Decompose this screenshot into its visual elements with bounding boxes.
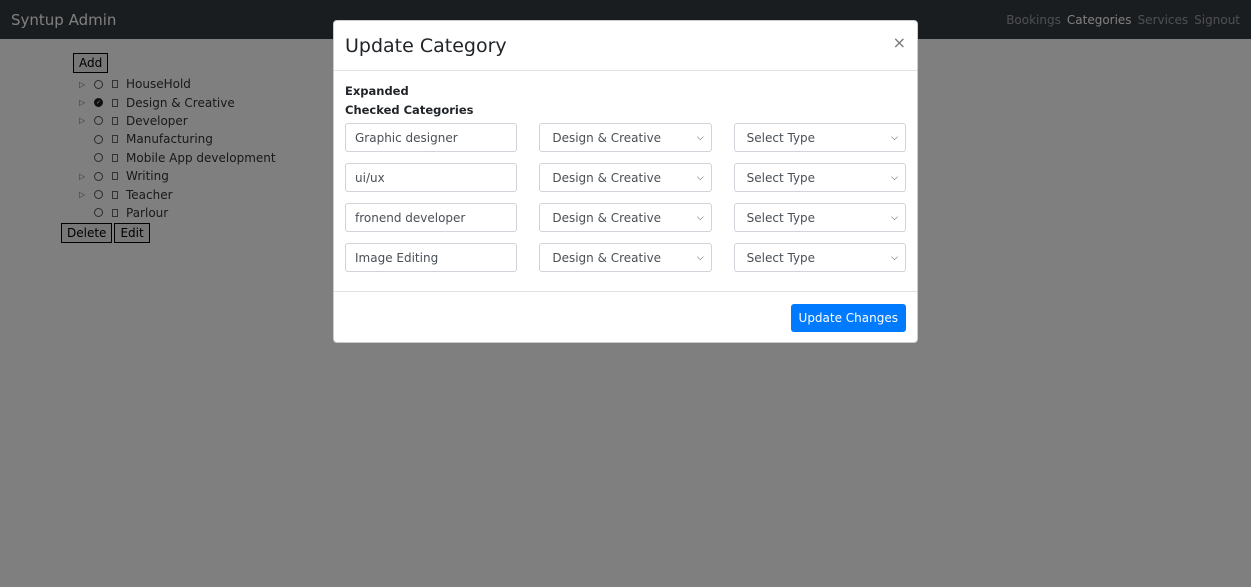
type-value: Select Type <box>746 170 816 185</box>
parent-category-select[interactable]: Design & Creative ⌵ <box>539 243 712 272</box>
modal-title: Update Category <box>345 34 507 57</box>
category-name-input[interactable]: fronend developer <box>345 203 518 232</box>
expanded-label: Expanded <box>345 84 409 98</box>
update-category-modal: Update Category × Expanded Checked Categ… <box>333 20 918 343</box>
category-name-input[interactable]: Graphic designer <box>345 123 518 152</box>
parent-category-value: Design & Creative <box>552 210 662 225</box>
parent-category-select[interactable]: Design & Creative ⌵ <box>539 123 712 152</box>
chevron-down-icon: ⌵ <box>696 212 704 223</box>
parent-category-value: Design & Creative <box>552 170 662 185</box>
modal-body: Expanded Checked Categories Graphic desi… <box>334 71 917 292</box>
category-form-row: Image Editing Design & Creative ⌵ Select Ty… <box>345 243 906 272</box>
type-value: Select Type <box>746 130 816 145</box>
chevron-down-icon: ⌵ <box>696 252 704 263</box>
modal-footer: Update Changes <box>334 292 917 344</box>
modal-header: Update Category × <box>334 21 917 71</box>
parent-category-select[interactable]: Design & Creative ⌵ <box>539 203 712 232</box>
type-select[interactable]: Select Type ⌵ <box>733 243 906 272</box>
type-value: Select Type <box>746 250 816 265</box>
category-rows: Graphic designer Design & Creative ⌵ Select… <box>345 123 906 272</box>
category-form-row: Graphic designer Design & Creative ⌵ Select… <box>345 123 906 152</box>
type-select[interactable]: Select Type ⌵ <box>733 163 906 192</box>
category-name-input[interactable]: Image Editing <box>345 243 518 272</box>
chevron-down-icon: ⌵ <box>696 132 704 143</box>
type-select[interactable]: Select Type ⌵ <box>733 123 906 152</box>
category-name-input[interactable]: ui/ux <box>345 163 518 192</box>
close-icon[interactable]: × <box>893 33 906 52</box>
parent-category-select[interactable]: Design & Creative ⌵ <box>539 163 712 192</box>
update-changes-button[interactable]: Update Changes <box>790 304 906 332</box>
chevron-down-icon: ⌵ <box>891 252 898 263</box>
parent-category-value: Design & Creative <box>552 130 662 145</box>
chevron-down-icon: ⌵ <box>891 172 898 183</box>
type-select[interactable]: Select Type ⌵ <box>733 203 906 232</box>
category-form-row: fronend developer Design & Creative ⌵ Selec… <box>345 203 906 232</box>
chevron-down-icon: ⌵ <box>891 212 898 223</box>
category-form-row: ui/ux Design & Creative ⌵ Select Type ⌵ <box>345 163 906 192</box>
chevron-down-icon: ⌵ <box>696 172 704 183</box>
checked-categories-label: Checked Categories <box>345 103 474 117</box>
chevron-down-icon: ⌵ <box>891 132 898 143</box>
type-value: Select Type <box>746 210 816 225</box>
parent-category-value: Design & Creative <box>552 250 662 265</box>
